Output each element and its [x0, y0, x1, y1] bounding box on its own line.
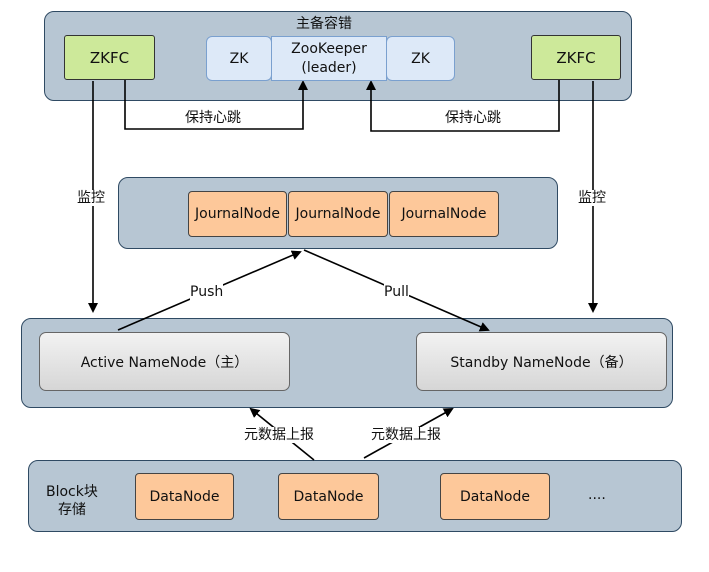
- zk-left-box: ZK: [206, 36, 272, 81]
- zookeeper-label: ZooKeeper: [291, 40, 367, 57]
- block-label-line1: Block块: [46, 484, 98, 500]
- zookeeper-leader-box: ZooKeeper (leader): [271, 36, 387, 81]
- datanode-box: DataNode: [135, 473, 234, 520]
- journalnode-box: JournalNode: [288, 191, 388, 237]
- journalnode-box: JournalNode: [389, 191, 499, 237]
- block-storage-label: Block块 存储: [46, 483, 98, 519]
- zkfc-left-box: ZKFC: [64, 35, 155, 80]
- active-namenode-box: Active NameNode（主）: [39, 332, 290, 391]
- leader-label: (leader): [301, 59, 357, 76]
- report-left-label: 元数据上报: [244, 427, 314, 443]
- pull-label: Pull: [384, 284, 409, 300]
- block-label-line2: 存储: [57, 502, 86, 518]
- datanode-box: DataNode: [278, 473, 379, 520]
- datanode-box: DataNode: [440, 473, 550, 520]
- zkfc-right-box: ZKFC: [531, 35, 621, 80]
- more-datanodes-ellipsis: ....: [588, 487, 606, 503]
- monitor-left-label: 监控: [77, 190, 105, 206]
- standby-namenode-box: Standby NameNode（备）: [416, 332, 667, 391]
- report-right-label: 元数据上报: [371, 427, 441, 443]
- monitor-right-label: 监控: [578, 190, 606, 206]
- journalnode-box: JournalNode: [188, 191, 287, 237]
- heartbeat-right-label: 保持心跳: [445, 110, 501, 126]
- zk-right-box: ZK: [386, 36, 455, 81]
- push-label: Push: [190, 284, 224, 300]
- heartbeat-left-label: 保持心跳: [185, 110, 241, 126]
